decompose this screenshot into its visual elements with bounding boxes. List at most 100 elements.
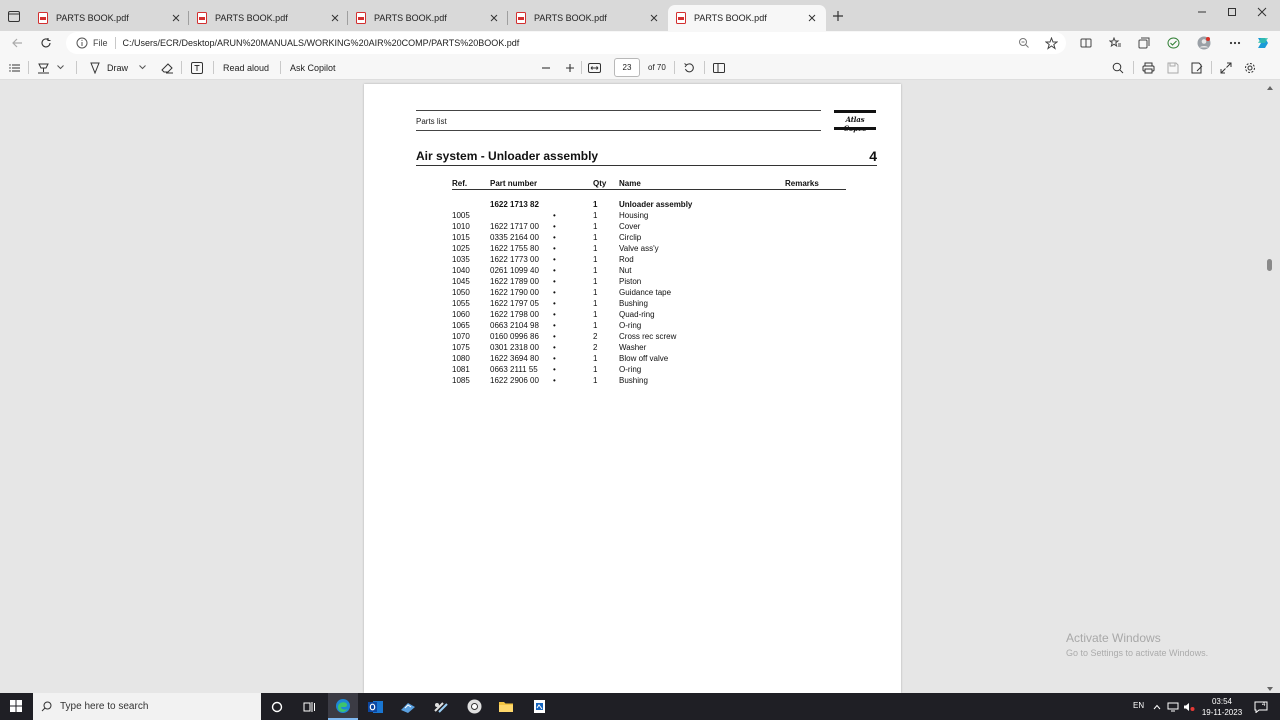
- taskbar-search-box[interactable]: Type here to search: [33, 693, 261, 720]
- favorites-icon[interactable]: [1108, 36, 1122, 50]
- url-field[interactable]: File C:/Users/ECR/Desktop/ARUN%20MANUALS…: [66, 32, 1066, 54]
- ref-number: 1040: [452, 266, 470, 275]
- close-window-icon[interactable]: [1255, 6, 1269, 18]
- edge-app-icon[interactable]: [328, 693, 358, 720]
- save-as-icon[interactable]: [1191, 60, 1203, 75]
- part-name: Cross rec screw: [619, 332, 677, 341]
- close-tab-icon[interactable]: [329, 12, 341, 24]
- network-app-icon[interactable]: [393, 693, 423, 720]
- minimize-icon[interactable]: [1195, 6, 1209, 18]
- favorite-star-icon[interactable]: [1044, 36, 1058, 50]
- copilot-icon[interactable]: [1255, 35, 1271, 51]
- file-explorer-icon[interactable]: [491, 693, 521, 720]
- atlas-copco-logo: Atlas Copco: [834, 110, 876, 133]
- bullet: •: [553, 310, 556, 319]
- column-header-rule: [452, 189, 846, 190]
- tab-label: PARTS BOOK.pdf: [215, 13, 288, 23]
- system-clock[interactable]: 03:54 19-11-2023: [1196, 696, 1248, 718]
- fit-page-icon[interactable]: [588, 60, 601, 75]
- bullet: •: [553, 332, 556, 341]
- chrome-app-icon[interactable]: [459, 693, 489, 720]
- back-arrow-icon[interactable]: [10, 36, 24, 50]
- highlight-icon[interactable]: [37, 60, 50, 75]
- ask-copilot-button[interactable]: Ask Copilot: [290, 60, 336, 75]
- task-view-icon[interactable]: [294, 693, 324, 720]
- bullet: •: [553, 211, 556, 220]
- page-view-icon[interactable]: [713, 60, 725, 75]
- tab-3[interactable]: PARTS BOOK.pdf: [348, 5, 508, 31]
- refresh-icon[interactable]: [39, 36, 53, 50]
- add-text-icon[interactable]: [191, 60, 203, 75]
- app-shortcut-icon[interactable]: [524, 693, 554, 720]
- close-tab-icon[interactable]: [170, 12, 182, 24]
- tab-label: PARTS BOOK.pdf: [56, 13, 129, 23]
- cortana-icon[interactable]: [262, 693, 292, 720]
- print-icon[interactable]: [1142, 60, 1155, 75]
- zoom-out-icon[interactable]: [541, 60, 551, 75]
- browser-essentials-icon[interactable]: [1166, 36, 1180, 50]
- more-options-icon[interactable]: [1228, 36, 1242, 50]
- part-number: 1622 2906 00: [490, 376, 539, 385]
- url-divider: [114, 37, 116, 49]
- tray-chevron-up-icon[interactable]: [1150, 693, 1164, 720]
- header-rule: [416, 110, 821, 111]
- chevron-down-icon[interactable]: [139, 60, 146, 75]
- outlook-app-icon[interactable]: [361, 693, 391, 720]
- zoom-icon[interactable]: [1017, 36, 1031, 50]
- scroll-down-arrow-icon[interactable]: [1266, 684, 1274, 691]
- settings-gear-icon[interactable]: [1244, 60, 1256, 75]
- bullet: •: [553, 277, 556, 286]
- tab-1[interactable]: PARTS BOOK.pdf: [30, 5, 190, 31]
- url-text[interactable]: C:/Users/ECR/Desktop/ARUN%20MANUALS/WORK…: [123, 38, 520, 48]
- chevron-down-icon[interactable]: [57, 60, 64, 75]
- part-name: Quad-ring: [619, 310, 655, 319]
- notifications-icon[interactable]: 4: [1250, 693, 1272, 720]
- zoom-in-icon[interactable]: [565, 60, 575, 75]
- part-name: O-ring: [619, 365, 642, 374]
- vertical-scrollbar[interactable]: [1267, 259, 1272, 271]
- maximize-icon[interactable]: [1225, 6, 1239, 18]
- ref-number: 1035: [452, 255, 470, 264]
- read-aloud-button[interactable]: Read aloud: [223, 60, 269, 75]
- language-indicator[interactable]: EN: [1133, 701, 1144, 710]
- tab-actions-icon[interactable]: [6, 8, 22, 24]
- fullscreen-icon[interactable]: [1220, 60, 1232, 75]
- scroll-up-arrow-icon[interactable]: [1266, 83, 1274, 90]
- page-number-input[interactable]: 23: [614, 58, 640, 77]
- profile-avatar-icon[interactable]: [1197, 36, 1211, 50]
- new-tab-icon[interactable]: [832, 10, 846, 24]
- ref-number: 1005: [452, 211, 470, 220]
- close-tab-icon[interactable]: [488, 12, 500, 24]
- table-row: 1025 1622 1755 80 • 1 Valve ass'y: [364, 244, 901, 255]
- bullet: •: [553, 266, 556, 275]
- tab-2[interactable]: PARTS BOOK.pdf: [189, 5, 349, 31]
- quantity: 1: [593, 277, 598, 286]
- rotate-icon[interactable]: [683, 60, 695, 75]
- search-icon[interactable]: [1112, 60, 1124, 75]
- quantity: 1: [593, 365, 598, 374]
- tab-5-active[interactable]: PARTS BOOK.pdf: [668, 5, 826, 31]
- info-icon[interactable]: [76, 37, 88, 49]
- table-row: 1010 1622 1717 00 • 1 Cover: [364, 222, 901, 233]
- pdf-icon: [676, 12, 687, 25]
- eraser-icon[interactable]: [161, 60, 174, 75]
- connectivity-app-icon[interactable]: [426, 693, 456, 720]
- windows-start-icon[interactable]: [10, 700, 22, 712]
- part-name: Circlip: [619, 233, 642, 242]
- pdf-page: Parts list Atlas Copco Air system - Unlo…: [364, 84, 901, 693]
- watermark-subtitle: Go to Settings to activate Windows.: [1066, 648, 1209, 658]
- collections-icon[interactable]: [1137, 36, 1151, 50]
- part-number: 0663 2111 55: [490, 365, 538, 374]
- quantity: 1: [593, 376, 598, 385]
- tab-4[interactable]: PARTS BOOK.pdf: [508, 5, 668, 31]
- network-icon[interactable]: [1166, 693, 1180, 720]
- close-tab-icon[interactable]: [648, 12, 660, 24]
- draw-button[interactable]: Draw: [89, 60, 128, 75]
- activate-windows-watermark: Activate Windows Go to Settings to activ…: [1066, 631, 1208, 658]
- toolbar-divider: [1133, 61, 1134, 74]
- close-tab-icon[interactable]: [806, 12, 818, 24]
- volume-muted-icon[interactable]: [1182, 693, 1196, 720]
- split-screen-icon[interactable]: [1079, 36, 1093, 50]
- save-icon[interactable]: [1167, 60, 1179, 75]
- contents-list-icon[interactable]: [9, 60, 21, 75]
